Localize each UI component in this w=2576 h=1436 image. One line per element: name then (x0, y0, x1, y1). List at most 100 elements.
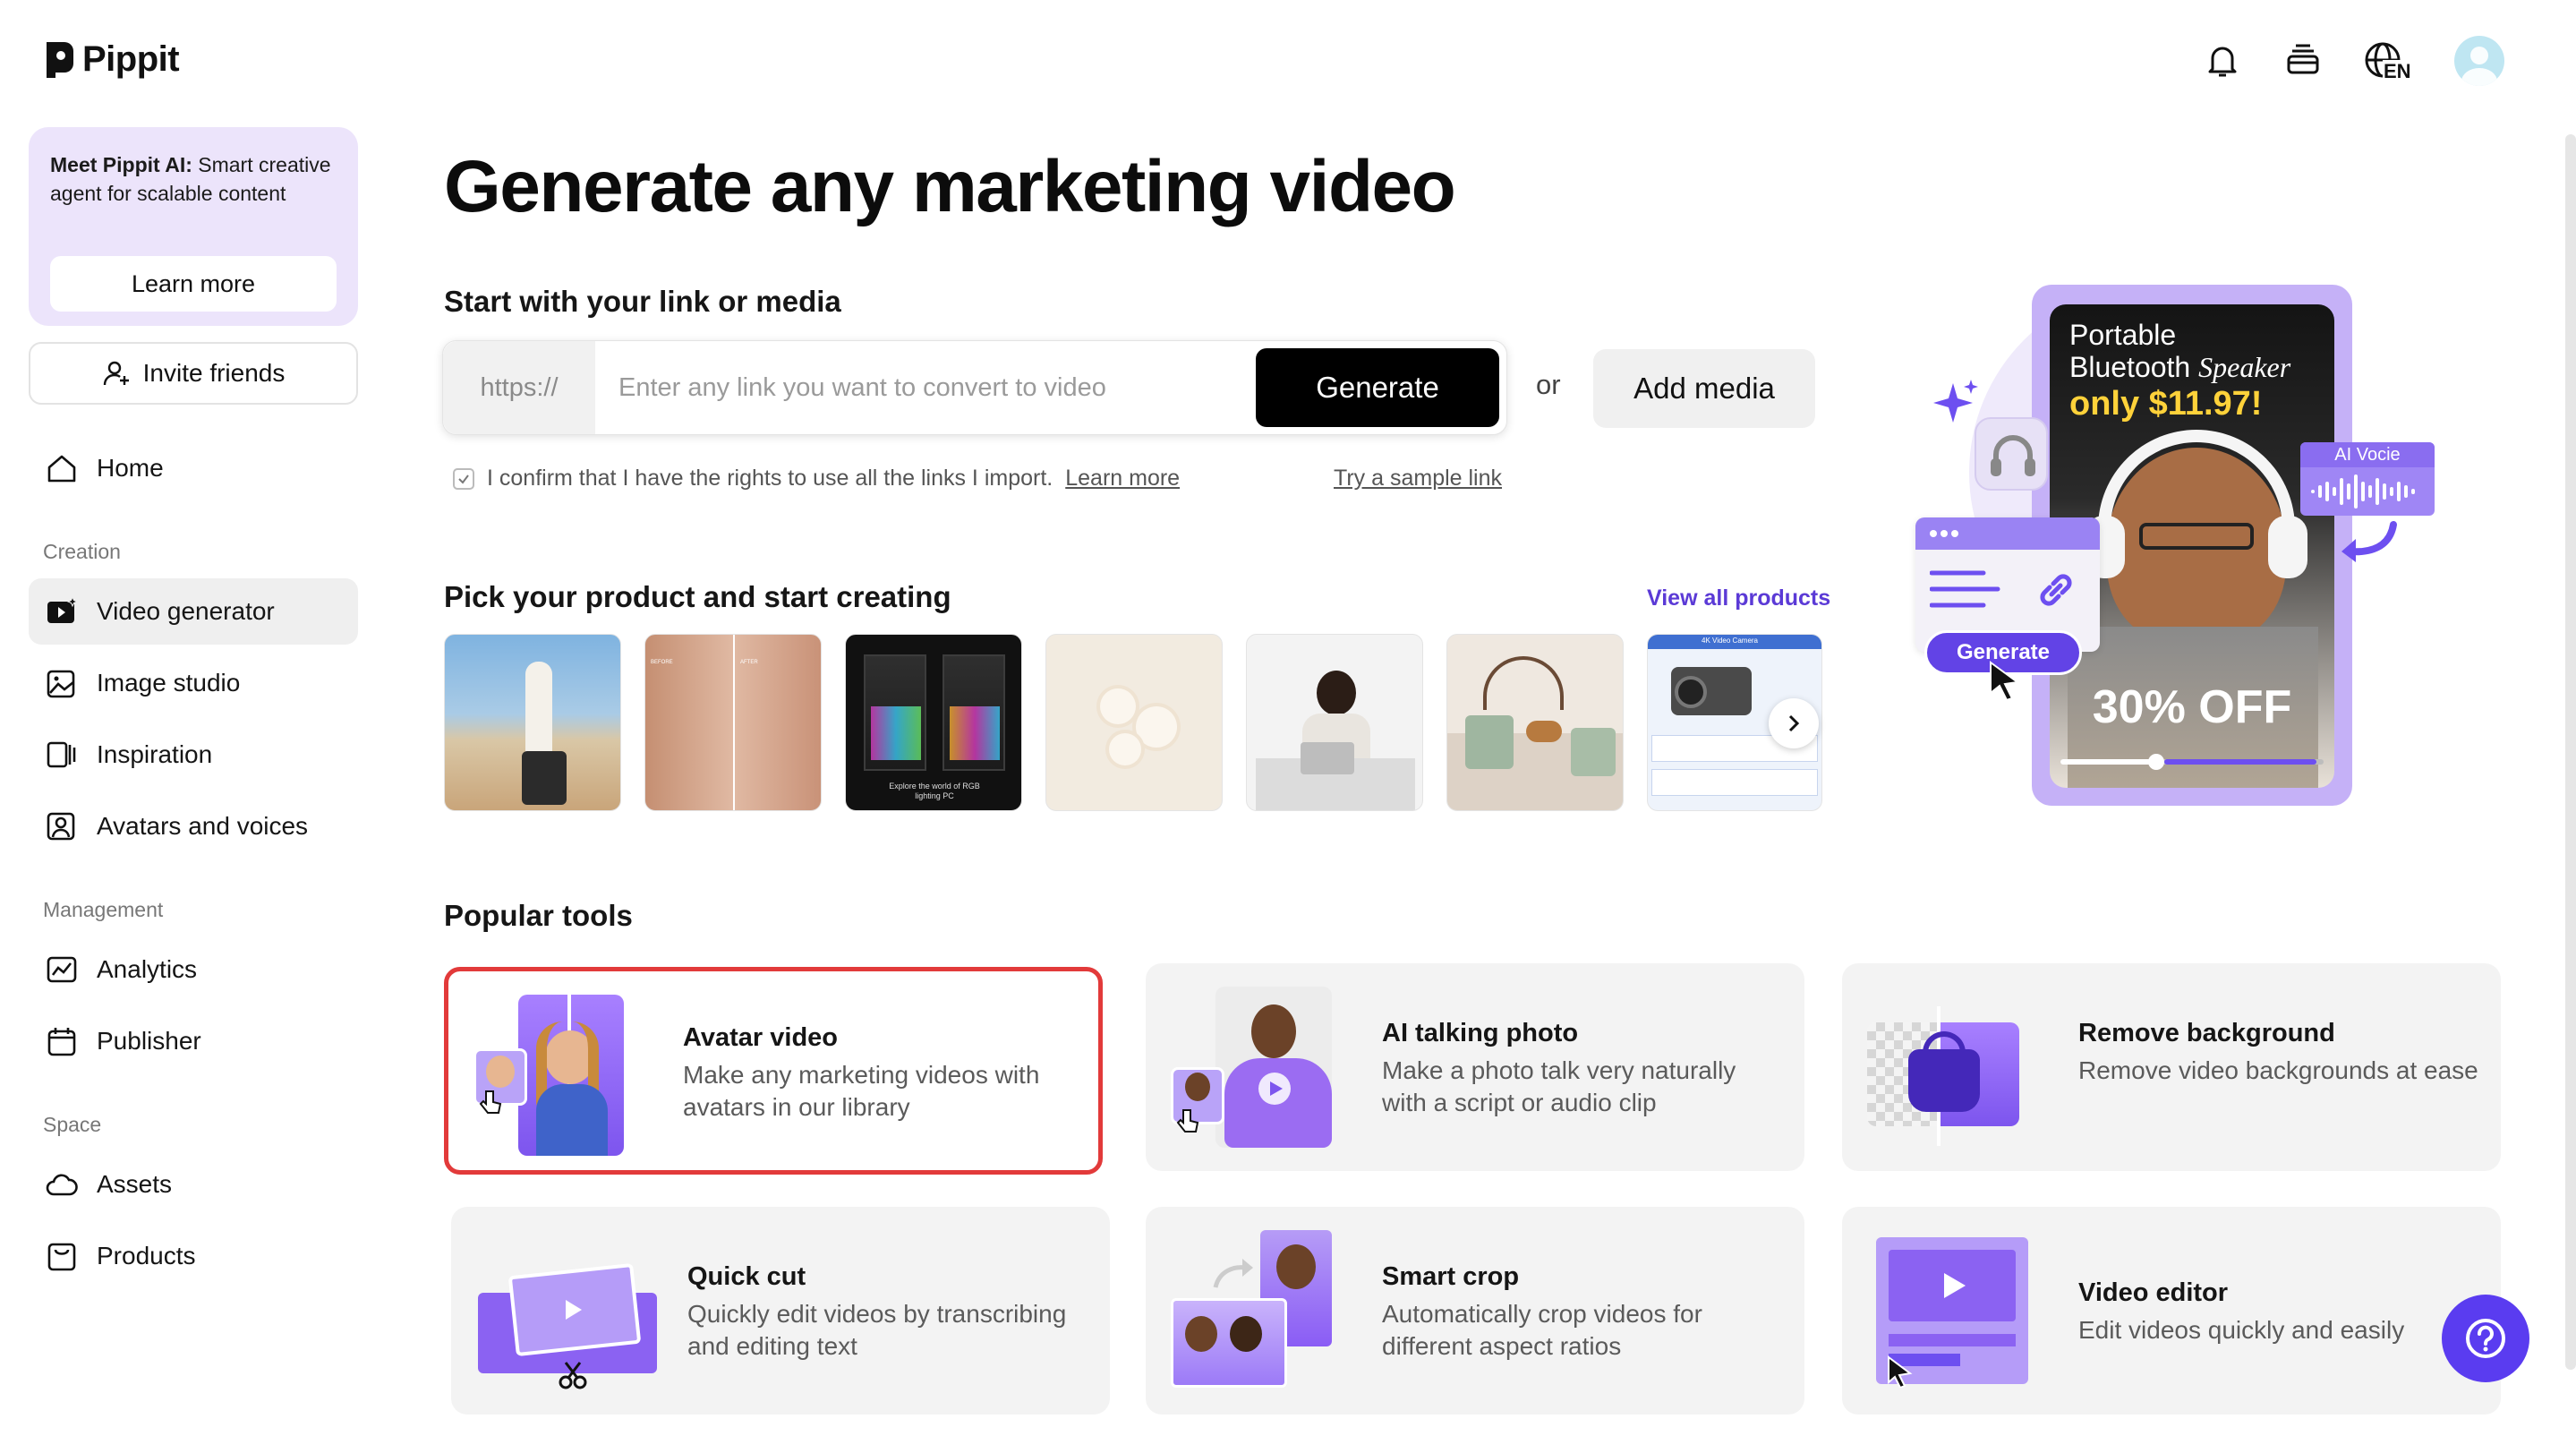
sidebar-item-label: Analytics (97, 955, 198, 983)
image-studio-icon (47, 670, 75, 698)
product-box-icon (47, 1243, 76, 1271)
home-icon (47, 455, 76, 483)
thumb-camera-caption: 4K Video Camera (1702, 637, 1758, 645)
tool-title: AI talking photo (1382, 1019, 1579, 1047)
promo-title-bold: Meet Pippit AI: (50, 153, 192, 176)
rights-learn-more-link[interactable]: Learn more (1065, 466, 1180, 491)
products-heading: Pick your product and start creating (444, 580, 951, 613)
language-code: EN (2383, 60, 2412, 83)
sidebar-item-avatars-voices[interactable]: Avatars and voices (29, 793, 358, 859)
thumb-after-label: AFTER (740, 660, 758, 665)
sidebar-item-analytics[interactable]: Analytics (29, 936, 358, 1003)
link-section-heading: Start with your link or media (444, 285, 841, 318)
product-carousel: BEFORE AFTER Explore the world of RGB li… (444, 634, 1822, 813)
sidebar-item-label: Video generator (97, 597, 275, 625)
sidebar-item-label: Avatars and voices (97, 812, 309, 840)
tool-card-smart-crop[interactable]: Smart crop Automatically crop videos for… (1146, 1207, 1804, 1415)
url-prefix: https:// (443, 341, 595, 434)
promo-learn-more-button[interactable]: Learn more (50, 256, 337, 312)
tool-card-remove-background[interactable]: Remove background Remove video backgroun… (1842, 963, 2501, 1171)
hand-cursor-icon (479, 1090, 502, 1114)
brand-logo[interactable]: Pippit (43, 39, 180, 80)
popular-tools-heading: Popular tools (444, 899, 633, 932)
sidebar-item-label: Publisher (97, 1027, 201, 1055)
sidebar-item-label: Home (97, 454, 164, 482)
hero-headline-italic: Speaker (2198, 351, 2291, 383)
rights-confirmation: I confirm that I have the rights to use … (453, 466, 1180, 491)
top-toolbar: EN (2202, 36, 2504, 86)
link-input[interactable] (618, 368, 1245, 407)
tool-card-avatar-video[interactable]: Avatar video Make any marketing videos w… (444, 967, 1103, 1175)
rights-text: I confirm that I have the rights to use … (487, 466, 1053, 491)
invite-friends-button[interactable]: Invite friends (29, 342, 358, 405)
nav-section-creation: Creation (43, 540, 121, 563)
sidebar-item-label: Inspiration (97, 740, 213, 768)
question-mark-icon (2466, 1319, 2505, 1358)
tool-card-video-editor[interactable]: Video editor Edit videos quickly and eas… (1842, 1207, 2501, 1415)
sidebar-item-label: Image studio (97, 669, 241, 697)
cloud-icon (46, 1174, 78, 1196)
product-thumb-beach[interactable] (444, 634, 621, 811)
carousel-next-button[interactable] (1769, 698, 1819, 748)
product-thumb-skin[interactable]: BEFORE AFTER (644, 634, 822, 811)
tool-card-quick-cut[interactable]: Quick cut Quickly edit videos by transcr… (451, 1207, 1110, 1415)
sidebar-item-video-generator[interactable]: Video generator (29, 578, 358, 645)
or-separator: or (1536, 369, 1561, 400)
headphones-icon (1991, 435, 2035, 476)
avatar-video-thumb (473, 995, 635, 1156)
hero-price: only $11.97! (2069, 385, 2263, 423)
tool-card-ai-talking-photo[interactable]: AI talking photo Make a photo talk very … (1146, 963, 1804, 1171)
sidebar-item-inspiration[interactable]: Inspiration (29, 722, 358, 788)
ai-voice-label: AI Vocie (2300, 442, 2435, 467)
try-sample-link[interactable]: Try a sample link (1334, 466, 1502, 491)
generate-button[interactable]: Generate (1256, 348, 1499, 427)
tool-description: Remove video backgrounds at ease (2078, 1056, 2478, 1084)
chevron-right-icon (1788, 714, 1800, 732)
product-thumb-rgb-pc[interactable]: Explore the world of RGB lighting PC (845, 634, 1022, 811)
rights-checkbox[interactable] (453, 467, 474, 490)
ai-talking-photo-thumb (1171, 987, 1332, 1148)
help-button[interactable] (2442, 1295, 2529, 1382)
product-thumb-flowers[interactable] (1045, 634, 1223, 811)
page-title: Generate any marketing video (444, 146, 1456, 227)
promo-card: Meet Pippit AI: Smart creative agent for… (29, 127, 358, 326)
tool-title: Video editor (2078, 1278, 2229, 1307)
thumb-pc-caption: Explore the world of RGB lighting PC (889, 782, 980, 800)
analytics-icon (47, 956, 77, 983)
hero-headline-2: Bluetooth (2069, 351, 2199, 383)
curved-arrow-icon (2341, 521, 2397, 562)
sidebar-item-assets[interactable]: Assets (29, 1151, 358, 1218)
tool-description: Automatically crop videos for different … (1382, 1300, 1702, 1360)
notification-bell-icon[interactable] (2202, 40, 2243, 81)
avatar-icon (47, 812, 75, 841)
sidebar-item-publisher[interactable]: Publisher (29, 1008, 358, 1074)
product-thumb-creator[interactable] (1246, 634, 1423, 811)
nav-section-management: Management (43, 898, 164, 921)
user-avatar[interactable] (2454, 36, 2504, 86)
scissors-icon (559, 1362, 587, 1389)
video-editor-thumb (1867, 1230, 2028, 1391)
ai-voice-badge: AI Vocie (2300, 442, 2435, 516)
quick-cut-thumb (476, 1230, 657, 1391)
language-switcher[interactable]: EN (2363, 40, 2415, 83)
link-input-box: https:// Generate (442, 340, 1507, 435)
hand-cursor-icon (1176, 1109, 1199, 1133)
thumb-before-label: BEFORE (651, 660, 673, 665)
promo-text: Meet Pippit AI: Smart creative agent for… (50, 150, 337, 208)
add-media-button[interactable]: Add media (1593, 349, 1815, 428)
sidebar-item-home[interactable]: Home (29, 435, 358, 501)
sidebar-item-label: Assets (97, 1170, 173, 1198)
pippit-logo-icon (47, 41, 73, 78)
view-all-products-link[interactable]: View all products (1647, 586, 1830, 611)
sidebar-item-products[interactable]: Products (29, 1223, 358, 1289)
tool-description: Make a photo talk very naturally with a … (1382, 1056, 1736, 1116)
tool-title: Quick cut (687, 1262, 806, 1291)
product-thumb-mugs[interactable] (1446, 634, 1624, 811)
credits-stack-icon[interactable] (2282, 40, 2324, 81)
sidebar-item-label: Products (97, 1242, 196, 1269)
sparkle-icon (1933, 380, 1978, 423)
smart-crop-thumb (1171, 1230, 1332, 1391)
checkmark-icon (458, 474, 469, 484)
sidebar-item-image-studio[interactable]: Image studio (29, 650, 358, 716)
page-scrollbar[interactable] (2565, 134, 2576, 1370)
